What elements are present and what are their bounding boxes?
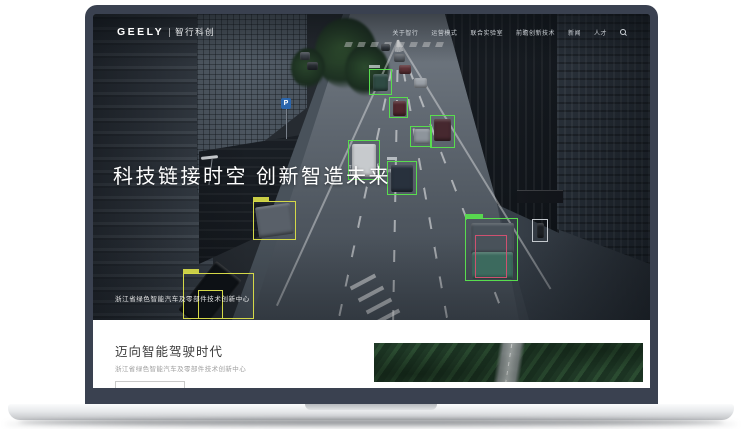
street-kiosk: [517, 190, 563, 203]
vehicle: [300, 52, 310, 60]
detection-box: [410, 126, 432, 147]
see-tech-button[interactable]: 所见即科技 ➤: [115, 381, 185, 388]
nav-item[interactable]: 联合实验室: [470, 28, 503, 37]
detection-box: [369, 65, 392, 95]
detection-box: [532, 219, 548, 242]
vehicle: [307, 62, 318, 70]
vehicle: [381, 44, 390, 51]
detection-box: [253, 197, 296, 240]
content-section: 迈向智能驾驶时代 浙江省绿色智能汽车及零部件技术创新中心 所见即科技 ➤: [93, 320, 650, 388]
section-subtext: 浙江省绿色智能汽车及零部件技术创新中心: [115, 366, 247, 373]
parking-sign: P: [281, 98, 291, 109]
search-icon[interactable]: [620, 29, 626, 35]
hero-caption: 浙江省绿色智能汽车及零部件技术创新中心: [115, 296, 250, 303]
brand-logo[interactable]: GEELY 智行科创: [117, 26, 215, 38]
vehicle: [414, 78, 427, 88]
nav-item[interactable]: 关于智行: [392, 28, 418, 37]
detection-label: [253, 197, 269, 201]
vehicle: [399, 65, 411, 74]
laptop-hinge-notch: [305, 404, 437, 410]
nav-item[interactable]: 运营模式: [431, 28, 457, 37]
nav-item[interactable]: 人才: [594, 28, 607, 37]
detection-box: [389, 97, 408, 118]
site-header: GEELY 智行科创 关于智行 运营模式 联合实验室 前瞻创新技术 新闻 人才: [93, 26, 650, 38]
detection-box: [430, 115, 455, 148]
hero-headline: 科技链接时空 创新智造未来: [113, 166, 392, 188]
main-nav: 关于智行 运营模式 联合实验室 前瞻创新技术 新闻 人才: [392, 28, 626, 37]
laptop-shadow: [18, 419, 724, 425]
browser-viewport: P THE POWER TO CHANGE THE FU 科技链接时空 创新智造…: [93, 14, 650, 388]
nav-item[interactable]: 新闻: [568, 28, 581, 37]
detection-box: [387, 157, 417, 195]
section-text-block: 迈向智能驾驶时代 浙江省绿色智能汽车及零部件技术创新中心 所见即科技 ➤: [115, 341, 246, 388]
laptop-base: [8, 404, 734, 420]
crosswalk: [344, 42, 471, 50]
forest-shade: [374, 343, 643, 382]
geely-logo-text: GEELY: [117, 26, 165, 38]
vehicle: [394, 54, 405, 62]
logo-divider: [169, 27, 171, 37]
section-heading: 迈向智能驾驶时代: [115, 345, 224, 359]
office-building: [557, 14, 650, 264]
detection-label: [465, 214, 483, 219]
detection-label: [183, 269, 199, 273]
see-tech-button-label: 所见即科技: [126, 386, 161, 388]
parking-sign-pole: [286, 109, 287, 139]
laptop-screen: P THE POWER TO CHANGE THE FU 科技链接时空 创新智造…: [85, 5, 658, 404]
nav-item[interactable]: 前瞻创新技术: [516, 28, 555, 37]
logo-subtitle: 智行科创: [175, 27, 216, 37]
hero-scene: P THE POWER TO CHANGE THE FU 科技链接时空 创新智造…: [93, 14, 650, 320]
detection-box: [475, 235, 507, 278]
detection-label: [369, 65, 380, 68]
forest-image: [374, 343, 643, 382]
